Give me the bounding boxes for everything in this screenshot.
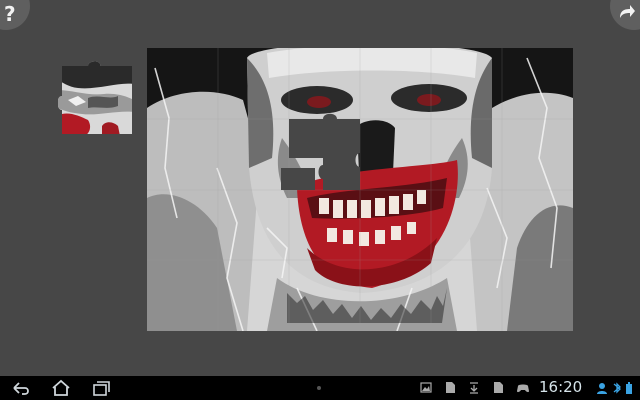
- puzzle-game-screen: ?: [0, 0, 640, 376]
- back-icon[interactable]: [10, 379, 32, 397]
- puzzle-board[interactable]: [147, 48, 573, 331]
- redo-arrow-icon: [620, 5, 635, 18]
- battery-icon: [626, 382, 632, 394]
- gallery-icon[interactable]: [420, 381, 432, 394]
- home-icon[interactable]: [50, 379, 72, 397]
- game-controller-icon[interactable]: [516, 381, 530, 394]
- help-button[interactable]: ?: [0, 0, 30, 30]
- menu-dot: [317, 386, 321, 390]
- download-icon[interactable]: [468, 381, 480, 394]
- document-icon[interactable]: [444, 381, 456, 394]
- document-icon[interactable]: [492, 381, 504, 394]
- clock: 16:20: [539, 378, 583, 396]
- account-icon: [597, 383, 607, 394]
- system-navigation-bar: 16:20: [0, 376, 640, 400]
- help-label: ?: [4, 2, 16, 26]
- loose-puzzle-piece[interactable]: [58, 60, 134, 136]
- status-icons: [597, 382, 632, 394]
- redo-button[interactable]: [610, 0, 640, 30]
- recent-apps-icon[interactable]: [90, 379, 112, 397]
- bluetooth-icon: [613, 382, 621, 394]
- puzzle-image: [147, 48, 573, 331]
